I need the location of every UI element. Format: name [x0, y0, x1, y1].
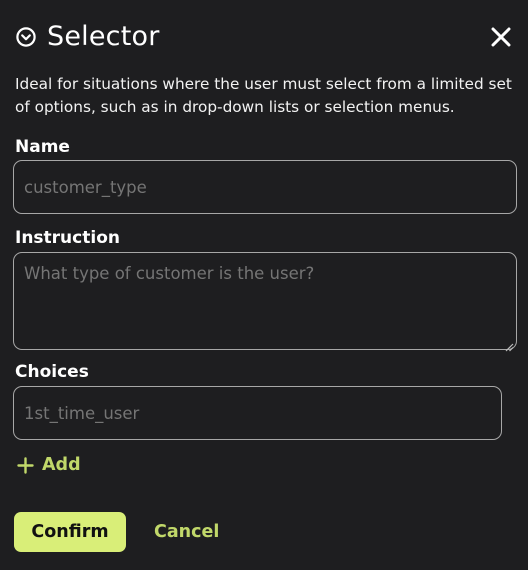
dialog-title: Selector — [47, 21, 160, 52]
instruction-textarea[interactable] — [14, 253, 516, 349]
close-button[interactable] — [488, 24, 514, 50]
name-input[interactable] — [14, 161, 516, 213]
chevron-circle-icon — [15, 26, 37, 48]
dialog-header: Selector — [15, 18, 160, 56]
instruction-field-box — [13, 252, 517, 352]
choice-input[interactable] — [14, 387, 501, 439]
plus-icon — [17, 456, 34, 474]
add-choice-button[interactable]: Add — [17, 453, 81, 477]
dialog-description: Ideal for situations where the user must… — [15, 75, 512, 116]
resize-grip-icon[interactable] — [504, 337, 514, 352]
name-label: Name — [15, 137, 70, 157]
choice-field-box — [13, 386, 502, 440]
name-field-box — [13, 160, 517, 214]
close-icon — [488, 27, 514, 54]
selector-dialog: Selector Ideal for situations where the … — [0, 0, 528, 570]
choices-label: Choices — [15, 362, 89, 382]
add-choice-label: Add — [42, 455, 81, 475]
instruction-label: Instruction — [15, 228, 120, 248]
cancel-button[interactable]: Cancel — [154, 512, 219, 552]
confirm-button[interactable]: Confirm — [14, 512, 126, 552]
